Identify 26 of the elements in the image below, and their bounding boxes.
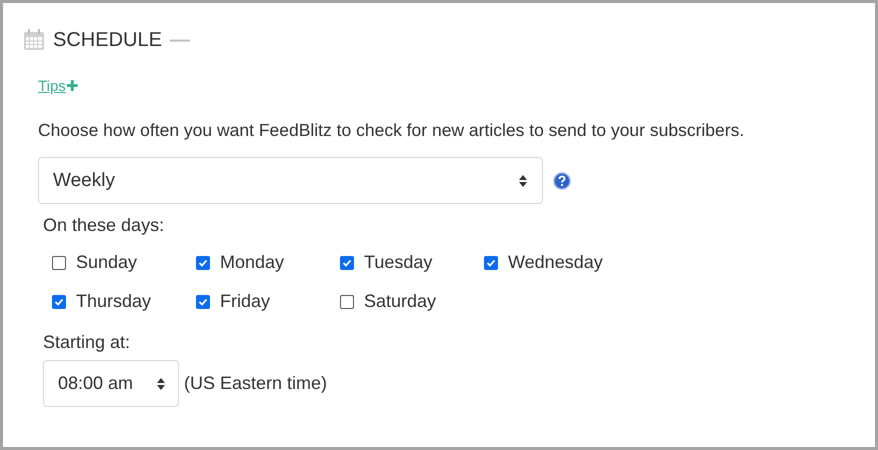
plus-icon: ✚ <box>66 78 79 95</box>
day-label: Wednesday <box>508 251 603 274</box>
calendar-icon <box>23 29 45 51</box>
day-label: Saturday <box>364 290 436 314</box>
timezone-text: (US Eastern time) <box>184 372 328 396</box>
checkbox[interactable] <box>52 256 66 270</box>
section-title: SCHEDULE <box>53 28 162 53</box>
help-icon[interactable] <box>553 172 571 190</box>
day-label: Friday <box>220 290 270 314</box>
time-select[interactable]: 08:00 am <box>43 360 179 408</box>
checkbox[interactable] <box>484 256 498 270</box>
checkbox[interactable] <box>340 294 354 309</box>
checkbox[interactable] <box>52 294 66 309</box>
day-label: Thursday <box>76 290 152 314</box>
intro-text: Choose how often you want FeedBlitz to check for new articles to send to your subscribers. <box>37 119 746 142</box>
checkbox[interactable] <box>340 256 354 270</box>
frequency-select[interactable]: Weekly <box>38 157 543 204</box>
days-label: On these days: <box>42 214 166 238</box>
checkbox[interactable] <box>196 294 210 309</box>
checkbox[interactable] <box>196 256 210 270</box>
updown-arrows-icon <box>156 376 166 391</box>
day-label: Sunday <box>76 251 138 274</box>
start-label: Starting at: <box>42 331 132 354</box>
day-label: Monday <box>220 251 284 274</box>
updown-arrows-icon <box>518 174 528 188</box>
day-label: Tuesday <box>364 251 432 274</box>
